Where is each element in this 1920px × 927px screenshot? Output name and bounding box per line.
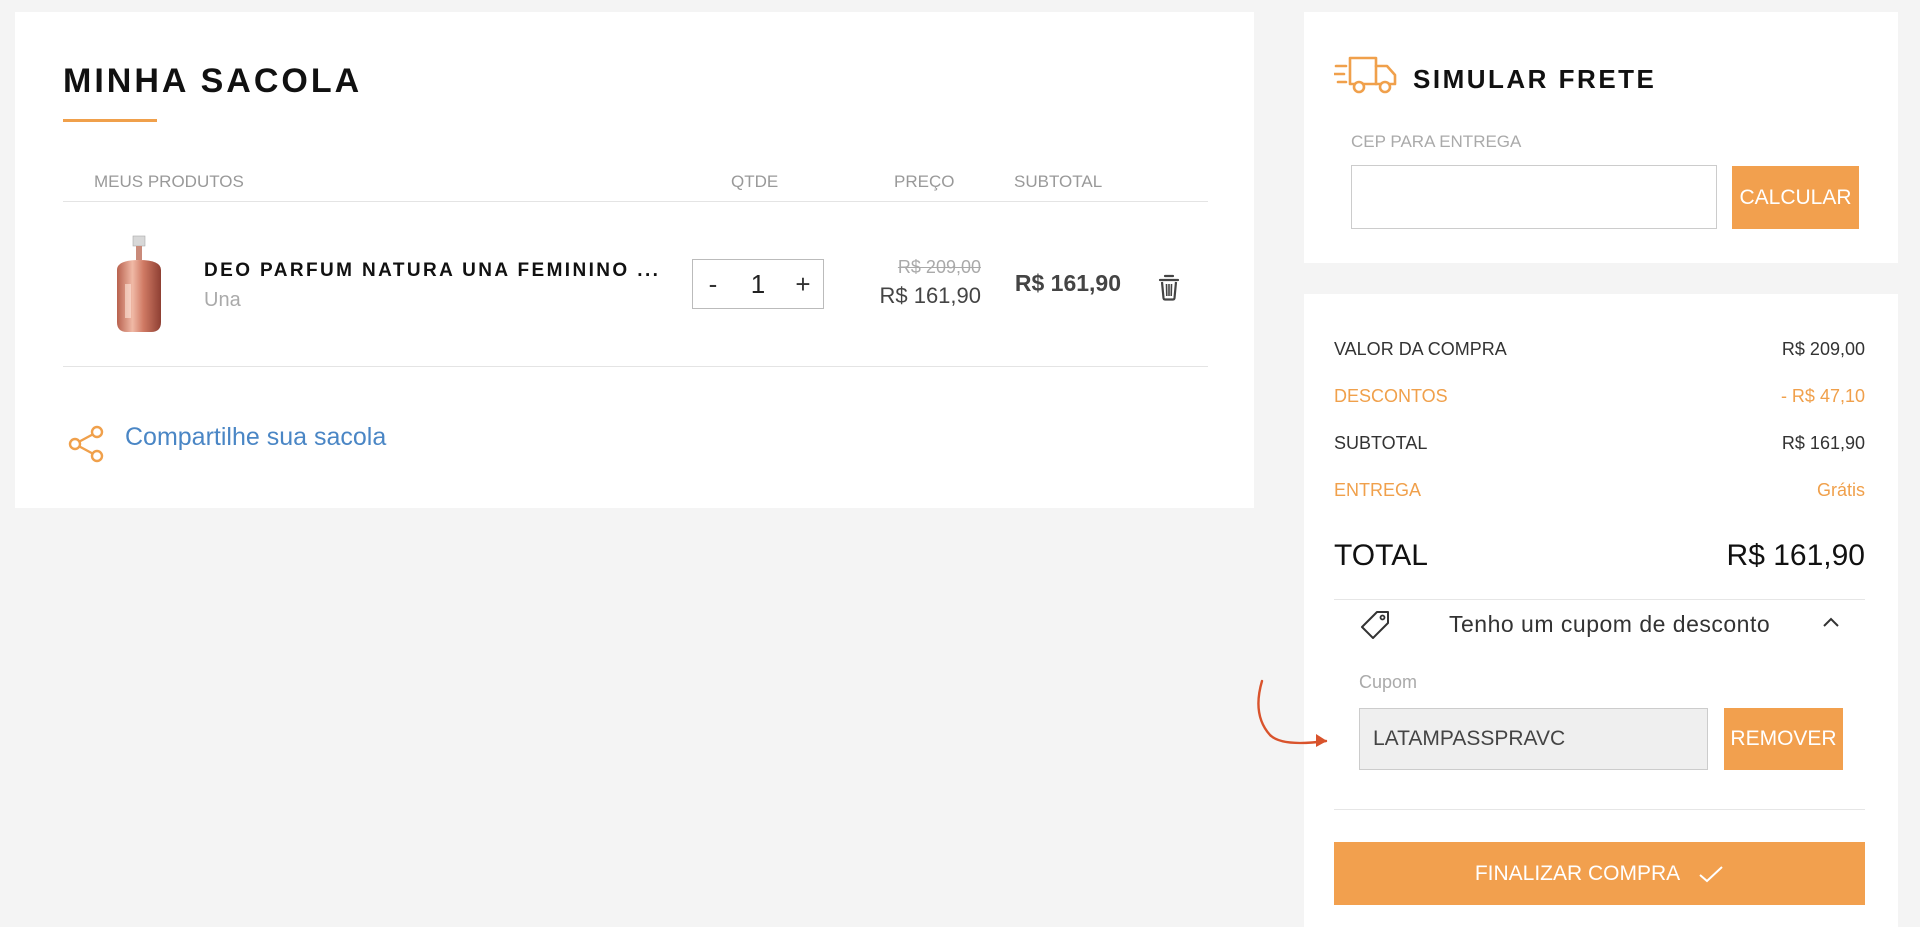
cep-label: CEP PARA ENTREGA [1351, 132, 1522, 151]
page-title: MINHA SACOLA [63, 62, 363, 100]
checkout-button[interactable]: FINALIZAR COMPRA [1334, 842, 1865, 905]
summary-row-subtotal: SUBTOTAL R$ 161,90 [1334, 433, 1865, 454]
summary-row-discounts: DESCONTOS - R$ 47,10 [1334, 386, 1865, 407]
coupon-toggle[interactable]: Tenho um cupom de desconto [1334, 599, 1865, 649]
coupon-label: Cupom [1359, 672, 1418, 692]
tag-icon [1361, 611, 1389, 639]
summary-label: ENTREGA [1334, 480, 1422, 500]
summary-value: - R$ 47,10 [1780, 386, 1865, 406]
summary-value: Grátis [1816, 480, 1865, 500]
summary-label: SUBTOTAL [1334, 433, 1428, 453]
qty-increase-button[interactable]: + [783, 260, 823, 308]
summary-label: VALOR DA COMPRA [1334, 339, 1507, 359]
product-brand: Una [204, 289, 241, 311]
total-row: TOTAL R$ 161,90 [1334, 539, 1865, 573]
qty-decrease-button[interactable]: - [693, 260, 733, 308]
summary-row-delivery: ENTREGA Grátis [1334, 480, 1865, 501]
trash-icon[interactable] [1155, 272, 1183, 302]
checkout-label: FINALIZAR COMPRA [1474, 861, 1681, 885]
coupon-toggle-label: Tenho um cupom de desconto [1449, 611, 1771, 637]
total-value: R$ 161,90 [1726, 539, 1865, 572]
product-name[interactable]: DEO PARFUM NATURA UNA FEMININO ... [204, 260, 660, 282]
cart-panel: MINHA SACOLA MEUS PRODUTOS QTDE PREÇO SU… [15, 12, 1254, 508]
annotation-arrow [1257, 679, 1328, 747]
quantity-stepper: - 1 + [692, 259, 824, 309]
chevron-up-icon [1823, 617, 1839, 627]
checkmark-icon [1699, 865, 1723, 882]
item-subtotal: R$ 161,90 [1014, 270, 1121, 296]
product-image[interactable] [111, 234, 167, 338]
coupon-input[interactable] [1359, 708, 1708, 770]
summary-row-purchase-value: VALOR DA COMPRA R$ 209,00 [1334, 339, 1865, 360]
item-divider [63, 366, 1208, 367]
qty-value[interactable]: 1 [733, 269, 783, 300]
coupon-divider [1334, 809, 1865, 810]
title-underline [63, 119, 157, 122]
header-divider [63, 201, 1208, 202]
column-header-price: PREÇO [894, 172, 955, 191]
total-label: TOTAL [1334, 539, 1428, 572]
cep-input[interactable] [1351, 165, 1717, 229]
share-cart-link[interactable]: Compartilhe sua sacola [125, 423, 386, 452]
summary-label: DESCONTOS [1334, 386, 1448, 406]
truck-icon [1334, 56, 1397, 94]
column-header-subtotal: SUBTOTAL [1014, 172, 1103, 191]
summary-value: R$ 161,90 [1781, 433, 1865, 453]
shipping-title: SIMULAR FRETE [1413, 64, 1657, 94]
calculate-button[interactable]: CALCULAR [1732, 166, 1859, 229]
price-discounted: R$ 161,90 [879, 283, 981, 308]
summary-value: R$ 209,00 [1781, 339, 1865, 359]
column-header-qty: QTDE [731, 172, 779, 191]
shipping-panel: SIMULAR FRETE CEP PARA ENTREGA CALCULAR [1304, 12, 1898, 263]
share-icon[interactable] [67, 424, 107, 464]
order-summary-panel: VALOR DA COMPRA R$ 209,00 DESCONTOS - R$… [1304, 294, 1898, 927]
remove-coupon-button[interactable]: REMOVER [1724, 708, 1843, 770]
price-original: R$ 209,00 [897, 257, 981, 277]
column-header-products: MEUS PRODUTOS [94, 172, 244, 191]
